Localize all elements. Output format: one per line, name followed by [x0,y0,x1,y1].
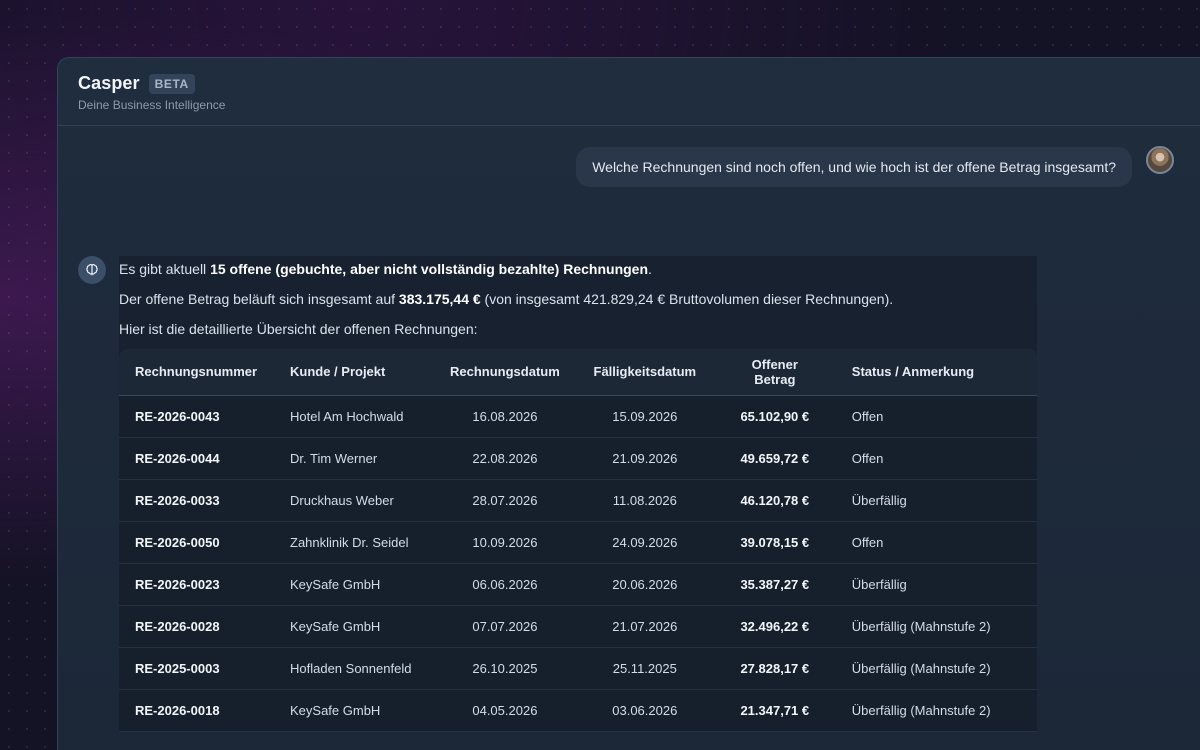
user-message-bubble: Welche Rechnungen sind noch offen, und w… [576,147,1132,187]
cell-open-amount: 65.102,90 € [713,395,836,438]
cell-invoice-number: RE-2025-0003 [119,647,274,690]
cell-open-amount: 27.828,17 € [713,647,836,690]
table-row: RE-2026-0033 Druckhaus Weber 28.07.2026 … [119,479,1037,522]
col-header-rechnungsdatum: Rechnungsdatum [434,349,576,396]
cell-due-date: 20.06.2026 [575,563,714,606]
cell-open-amount: 49.659,72 € [713,437,836,480]
cell-due-date: 11.08.2026 [575,479,714,522]
cell-invoice-date: 28.07.2026 [434,479,576,522]
col-header-faelligkeitsdatum: Fälligkeitsdatum [575,349,714,396]
table-row: RE-2026-0023 KeySafe GmbH 06.06.2026 20.… [119,563,1037,606]
cell-open-amount: 32.496,22 € [713,605,836,648]
cell-status: Überfällig (Mahnstufe 2) [835,689,1037,732]
cell-due-date: 03.06.2026 [575,689,714,732]
cell-invoice-date: 16.08.2026 [434,395,576,438]
cell-invoice-number: RE-2026-0018 [119,689,274,732]
table-row: RE-2026-0050 Zahnklinik Dr. Seidel 10.09… [119,521,1037,564]
summary-line-amount: Der offene Betrag beläuft sich insgesamt… [119,291,894,307]
cell-due-date: 15.09.2026 [575,395,714,438]
col-header-offener-betrag: Offener Betrag [713,349,836,396]
cell-customer: Dr. Tim Werner [274,437,434,480]
cell-customer: KeySafe GmbH [274,689,434,732]
app-title: Casper [78,73,140,93]
cell-customer: Hotel Am Hochwald [274,395,434,438]
table-header-row: Rechnungsnummer Kunde / Projekt Rechnung… [119,349,1037,396]
table-row: RE-2026-0028 KeySafe GmbH 07.07.2026 21.… [119,605,1037,648]
table-row: RE-2025-0003 Hofladen Sonnenfeld 26.10.2… [119,647,1037,690]
cell-status: Überfällig [835,563,1037,606]
invoice-table: Rechnungsnummer Kunde / Projekt Rechnung… [119,349,1037,732]
cell-invoice-number: RE-2026-0043 [119,395,274,438]
cell-open-amount: 39.078,15 € [713,521,836,564]
app-subtitle: Deine Business Intelligence [78,98,226,112]
cell-invoice-date: 06.06.2026 [434,563,576,606]
table-row: RE-2026-0018 KeySafe GmbH 04.05.2026 03.… [119,689,1037,732]
beta-badge: BETA [148,73,195,94]
cell-invoice-number: RE-2026-0033 [119,479,274,522]
app-header: Casper BETA Deine Business Intelligence [58,58,1200,126]
chat-window: Casper BETA Deine Business Intelligence … [57,57,1200,750]
cell-open-amount: 35.387,27 € [713,563,836,606]
cell-open-amount: 21.347,71 € [713,689,836,732]
cell-status: Überfällig (Mahnstufe 2) [835,605,1037,648]
cell-customer: KeySafe GmbH [274,563,434,606]
invoice-table-container: Rechnungsnummer Kunde / Projekt Rechnung… [119,349,1037,732]
open-amount-total: 383.175,44 € [398,291,481,307]
brain-icon [78,256,106,284]
summary-line-intro: Hier ist die detaillierte Übersicht der … [119,321,478,337]
cell-invoice-date: 07.07.2026 [434,605,576,648]
cell-invoice-date: 04.05.2026 [434,689,576,732]
cell-due-date: 25.11.2025 [575,647,714,690]
cell-due-date: 21.09.2026 [575,437,714,480]
cell-invoice-date: 26.10.2025 [434,647,576,690]
cell-status: Offen [835,395,1037,438]
cell-status: Überfällig [835,479,1037,522]
cell-customer: Zahnklinik Dr. Seidel [274,521,434,564]
col-header-rechnungsnummer: Rechnungsnummer [119,349,274,396]
col-header-status: Status / Anmerkung [835,349,1037,396]
cell-status: Offen [835,521,1037,564]
table-row: RE-2026-0043 Hotel Am Hochwald 16.08.202… [119,395,1037,438]
cell-customer: Druckhaus Weber [274,479,434,522]
assistant-message: Es gibt aktuell 15 offene (gebuchte, abe… [119,256,1037,732]
cell-customer: KeySafe GmbH [274,605,434,648]
user-avatar [1146,146,1174,174]
cell-due-date: 21.07.2026 [575,605,714,648]
open-invoice-count: 15 offene (gebuchte, aber nicht vollstän… [210,261,649,277]
summary-line-count: Es gibt aktuell 15 offene (gebuchte, abe… [119,261,652,277]
cell-invoice-number: RE-2026-0028 [119,605,274,648]
title-row: Casper BETA [78,73,1196,94]
table-row: RE-2026-0044 Dr. Tim Werner 22.08.2026 2… [119,437,1037,480]
cell-invoice-date: 10.09.2026 [434,521,576,564]
cell-invoice-number: RE-2026-0044 [119,437,274,480]
cell-status: Überfällig (Mahnstufe 2) [835,647,1037,690]
cell-status: Offen [835,437,1037,480]
cell-due-date: 24.09.2026 [575,521,714,564]
col-header-kunde: Kunde / Projekt [274,349,434,396]
cell-open-amount: 46.120,78 € [713,479,836,522]
cell-invoice-number: RE-2026-0050 [119,521,274,564]
cell-invoice-date: 22.08.2026 [434,437,576,480]
cell-invoice-number: RE-2026-0023 [119,563,274,606]
cell-customer: Hofladen Sonnenfeld [274,647,434,690]
user-message-row: Welche Rechnungen sind noch offen, und w… [576,146,1174,187]
